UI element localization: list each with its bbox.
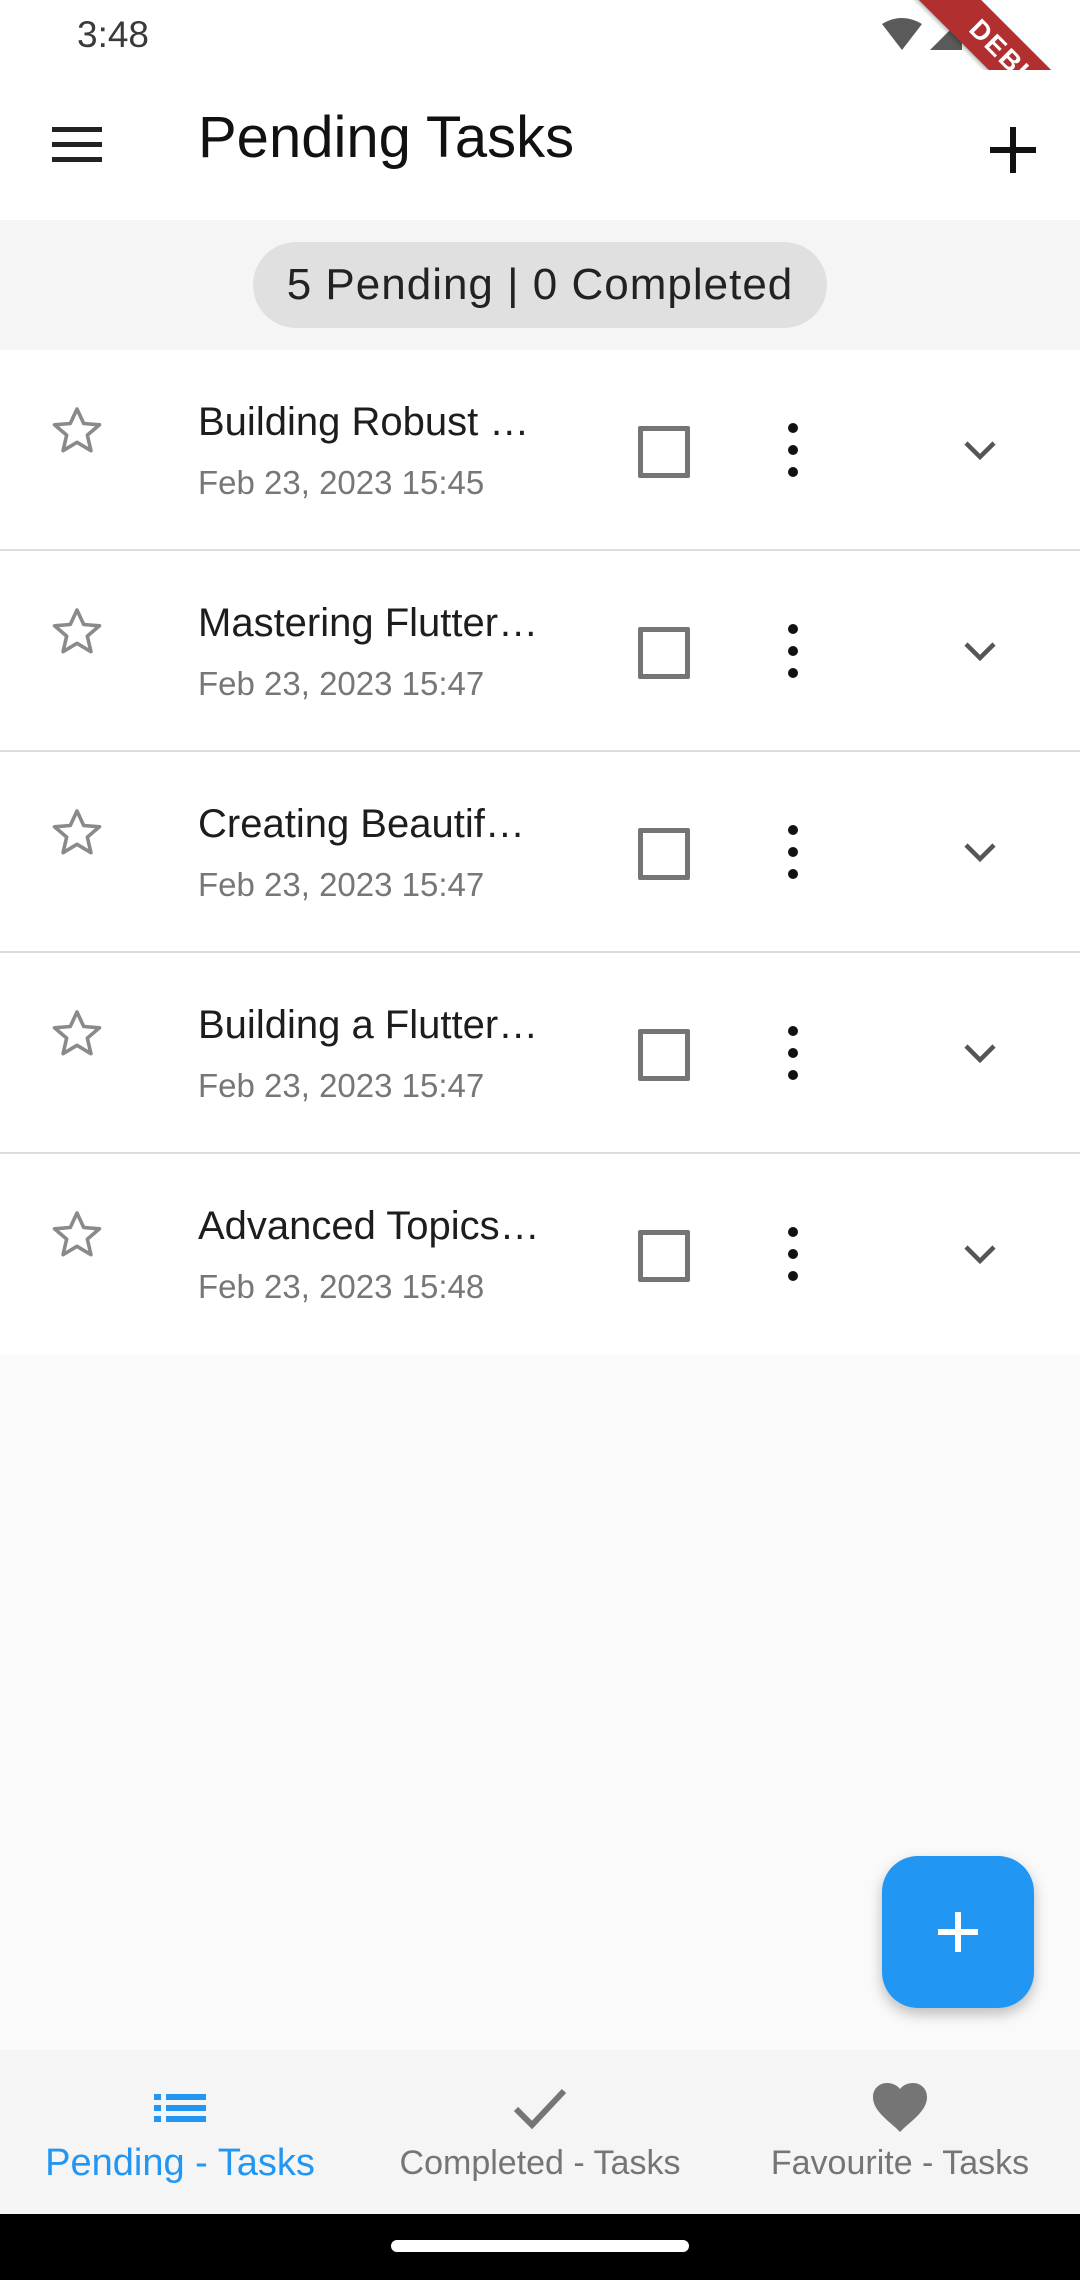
system-gesture-bar (0, 2214, 1080, 2280)
heart-icon (873, 2083, 927, 2132)
nav-item-favourite-tasks[interactable]: Favourite - Tasks (720, 2050, 1080, 2214)
app-bar: Pending Tasks (0, 70, 1080, 220)
task-row[interactable]: Creating Beautif… Feb 23, 2023 15:47 (0, 752, 1080, 953)
task-date: Feb 23, 2023 15:45 (198, 464, 485, 501)
check-icon (513, 2088, 567, 2130)
more-vert-icon[interactable] (776, 420, 810, 480)
more-vert-icon[interactable] (776, 1224, 810, 1284)
task-date: Feb 23, 2023 15:47 (198, 1067, 485, 1104)
nav-item-completed-tasks[interactable]: Completed - Tasks (360, 2050, 720, 2214)
hamburger-menu-icon[interactable] (42, 117, 112, 173)
add-task-fab[interactable] (882, 1856, 1034, 2008)
status-time: 3:48 (77, 14, 150, 55)
more-vert-icon[interactable] (776, 1023, 810, 1083)
task-checkbox[interactable] (638, 1029, 690, 1081)
add-task-icon[interactable] (978, 115, 1048, 185)
summary-chip: 5 Pending | 0 Completed (253, 242, 827, 328)
task-checkbox[interactable] (638, 426, 690, 478)
task-row[interactable]: Building a Flutter… Feb 23, 2023 15:47 (0, 953, 1080, 1154)
task-row[interactable]: Mastering Flutter… Feb 23, 2023 15:47 (0, 551, 1080, 752)
star-outline-icon[interactable] (46, 1003, 108, 1065)
more-vert-icon[interactable] (776, 621, 810, 681)
nav-label: Pending - Tasks (45, 2142, 315, 2184)
task-date: Feb 23, 2023 15:48 (198, 1268, 485, 1305)
task-checkbox[interactable] (638, 828, 690, 880)
star-outline-icon[interactable] (46, 400, 108, 462)
star-outline-icon[interactable] (46, 802, 108, 864)
task-row[interactable]: Advanced Topics… Feb 23, 2023 15:48 (0, 1154, 1080, 1355)
task-row[interactable]: Building Robust … Feb 23, 2023 15:45 (0, 350, 1080, 551)
star-outline-icon[interactable] (46, 601, 108, 663)
chevron-down-icon[interactable] (958, 1031, 1002, 1075)
task-title: Creating Beautif… (198, 802, 525, 846)
task-title: Advanced Topics… (198, 1204, 540, 1248)
star-outline-icon[interactable] (46, 1204, 108, 1266)
chevron-down-icon[interactable] (958, 629, 1002, 673)
status-bar: 3:48 (0, 0, 1080, 70)
wifi-icon (882, 18, 922, 50)
chevron-down-icon[interactable] (958, 428, 1002, 472)
list-icon (154, 2094, 206, 2122)
task-list: Building Robust … Feb 23, 2023 15:45 Mas… (0, 350, 1080, 1355)
task-title: Building a Flutter… (198, 1003, 539, 1047)
nav-item-pending-tasks[interactable]: Pending - Tasks (0, 2050, 360, 2214)
plus-icon (938, 1912, 978, 1952)
task-date: Feb 23, 2023 15:47 (198, 665, 485, 702)
bottom-nav: Pending - Tasks Completed - Tasks Favour… (0, 2050, 1080, 2214)
summary-band: 5 Pending | 0 Completed (0, 220, 1080, 350)
home-gesture-handle[interactable] (391, 2240, 689, 2252)
nav-label: Favourite - Tasks (770, 2144, 1030, 2182)
chevron-down-icon[interactable] (958, 1232, 1002, 1276)
page-title: Pending Tasks (198, 105, 575, 170)
chevron-down-icon[interactable] (958, 830, 1002, 874)
task-title: Building Robust … (198, 400, 530, 444)
task-checkbox[interactable] (638, 627, 690, 679)
more-vert-icon[interactable] (776, 822, 810, 882)
task-title: Mastering Flutter… (198, 601, 539, 645)
task-date: Feb 23, 2023 15:47 (198, 866, 485, 903)
nav-label: Completed - Tasks (399, 2144, 681, 2182)
task-checkbox[interactable] (638, 1230, 690, 1282)
